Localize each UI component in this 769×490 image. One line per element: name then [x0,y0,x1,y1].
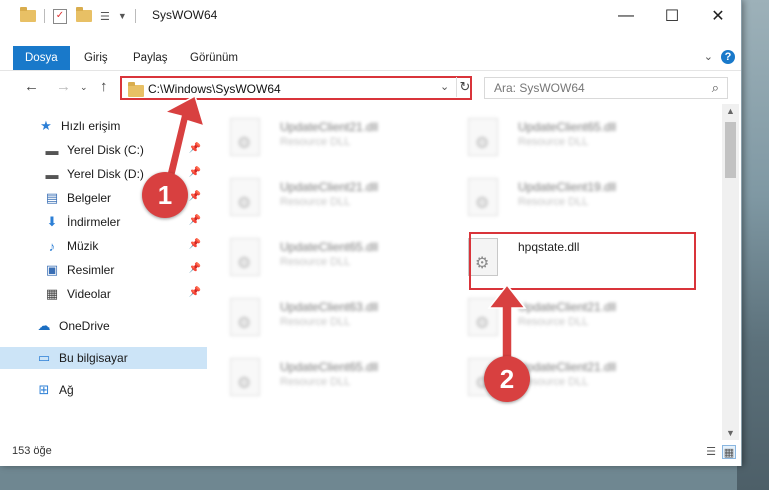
step-badge-1: 1 [142,172,188,218]
step-badge-2: 2 [484,356,530,402]
annotation-arrows [162,94,527,369]
